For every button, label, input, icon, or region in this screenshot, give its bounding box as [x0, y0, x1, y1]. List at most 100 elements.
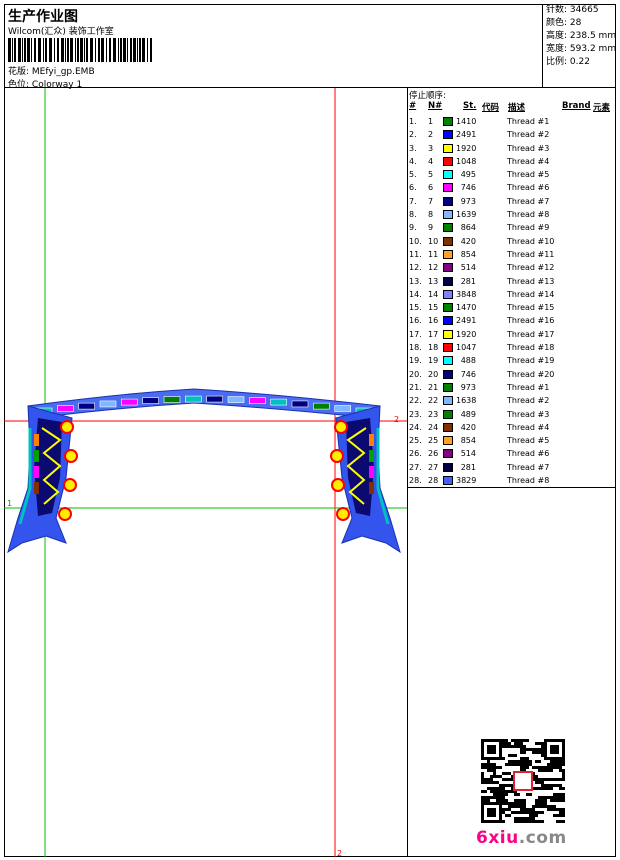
- color-swatch: [443, 117, 453, 126]
- row-description: Thread #4: [507, 422, 550, 432]
- stitch-count-value: 34665: [569, 5, 599, 15]
- arch-tile: [78, 402, 95, 410]
- design-line: 花版: MEfyi_gp.EMB: [8, 64, 95, 77]
- row-stitches: 489: [460, 409, 476, 419]
- row-stitches: 1920: [456, 143, 477, 153]
- row-description: Thread #2: [507, 396, 550, 406]
- row-description: Thread #10: [507, 236, 555, 246]
- row-needle: 9: [428, 223, 434, 233]
- arch-tile: [227, 396, 245, 403]
- sequence-row: 10. 10 420 Thread #10: [408, 235, 616, 248]
- color-swatch: [443, 276, 453, 286]
- sequence-row: 23. 23 489 Thread #3: [408, 408, 616, 421]
- sequence-row: 20. 20 746 Thread #20: [408, 368, 616, 381]
- sequence-row: 11. 11 854 Thread #11: [408, 248, 616, 261]
- sequence-header: # N# St. 代码 描述 Brand 元素: [408, 101, 616, 113]
- scale-stat: 比例: 0.22: [543, 56, 617, 69]
- height-value: 238.5 mm: [569, 31, 617, 41]
- row-index: 22.: [409, 396, 422, 406]
- row-description: Thread #17: [507, 329, 555, 339]
- row-description: Thread #5: [507, 436, 550, 446]
- color-swatch: [443, 476, 453, 486]
- color-swatch: [443, 436, 453, 446]
- color-swatch: [443, 396, 453, 406]
- arch-tile: [163, 396, 181, 403]
- sequence-row: 5. 5 495 Thread #5: [408, 168, 616, 181]
- sequence-row: 21. 21 973 Thread #1: [408, 381, 616, 394]
- color-count-value: 28: [569, 18, 582, 28]
- row-description: Thread #4: [507, 156, 550, 166]
- row-description: Thread #6: [507, 449, 550, 459]
- color-swatch: [443, 130, 453, 140]
- page-title: 生产作业图: [8, 9, 78, 25]
- row-stitches: 514: [460, 263, 476, 273]
- row-description: Thread #14: [507, 289, 555, 299]
- color-swatch: [443, 156, 453, 166]
- row-description: Thread #16: [507, 316, 555, 326]
- row-needle: 28: [428, 476, 439, 486]
- stop-sequence-title: 停止顺序:: [409, 91, 446, 101]
- sequence-row: 9. 9 864 Thread #9: [408, 221, 616, 234]
- row-stitches: 2491: [456, 130, 477, 140]
- color-swatch: [443, 289, 453, 299]
- arch-tile: [334, 405, 351, 412]
- qr-code: [481, 739, 565, 823]
- row-stitches: 3848: [456, 289, 477, 299]
- color-swatch: [443, 170, 453, 180]
- row-index: 9.: [409, 223, 417, 233]
- marker-left-mid: 1: [7, 499, 12, 508]
- row-stitches: 420: [460, 422, 476, 432]
- row-needle: 7: [428, 196, 434, 206]
- width-stat: 宽度: 593.2 mm: [543, 43, 617, 56]
- col-brand: Brand: [562, 101, 591, 111]
- row-needle: 13: [428, 276, 439, 286]
- height-label: 高度:: [546, 31, 568, 41]
- col-st: St.: [463, 101, 477, 111]
- row-stitches: 854: [460, 249, 476, 259]
- color-count: 颜色: 28: [543, 17, 617, 30]
- row-index: 14.: [409, 289, 422, 299]
- header: 生产作业图 Wilcom(汇众) 装饰工作室 花版: MEfyi_gp.EMB …: [4, 4, 617, 90]
- row-needle: 6: [428, 183, 434, 193]
- row-description: Thread #15: [507, 303, 555, 313]
- company-name: Wilcom(汇众) 装饰工作室: [8, 27, 114, 37]
- watermark: 6xiu.com: [476, 828, 567, 848]
- sequence-row: 25. 25 854 Thread #5: [408, 434, 616, 447]
- col-num: #: [409, 101, 417, 111]
- row-description: Thread #19: [507, 356, 555, 366]
- arch-tile: [270, 398, 287, 406]
- row-description: Thread #3: [507, 143, 550, 153]
- row-needle: 17: [428, 329, 439, 339]
- color-swatch: [443, 183, 453, 193]
- row-stitches: 3829: [456, 476, 477, 486]
- row-description: Thread #5: [507, 170, 550, 180]
- marker-bottom: 2: [337, 849, 342, 857]
- row-needle: 14: [428, 289, 439, 299]
- stitch-count: 针数: 34665: [543, 4, 617, 17]
- row-description: Thread #9: [507, 223, 550, 233]
- row-description: Thread #8: [507, 476, 550, 486]
- col-code: 代码: [482, 103, 500, 113]
- row-needle: 24: [428, 422, 439, 432]
- sequence-row: 7. 7 973 Thread #7: [408, 195, 616, 208]
- row-needle: 1: [428, 117, 434, 126]
- row-needle: 27: [428, 462, 439, 472]
- row-index: 11.: [409, 249, 422, 259]
- stats-panel: 针数: 34665 颜色: 28 高度: 238.5 mm 宽度: 593.2 …: [542, 4, 617, 87]
- row-description: Thread #6: [507, 183, 550, 193]
- sequence-row: 22. 22 1638 Thread #2: [408, 394, 616, 407]
- row-description: Thread #1: [507, 382, 550, 392]
- row-needle: 8: [428, 210, 434, 220]
- row-stitches: 1920: [456, 329, 477, 339]
- row-index: 19.: [409, 356, 422, 366]
- color-swatch: [443, 316, 453, 326]
- width-label: 宽度:: [546, 44, 568, 54]
- row-description: Thread #18: [507, 343, 555, 353]
- row-index: 24.: [409, 422, 422, 432]
- row-description: Thread #1: [507, 117, 550, 126]
- sequence-row: 14. 14 3848 Thread #14: [408, 288, 616, 301]
- row-stitches: 1638: [456, 396, 477, 406]
- row-index: 10.: [409, 236, 422, 246]
- color-swatch: [443, 236, 453, 246]
- sequence-row: 3. 3 1920 Thread #3: [408, 142, 616, 155]
